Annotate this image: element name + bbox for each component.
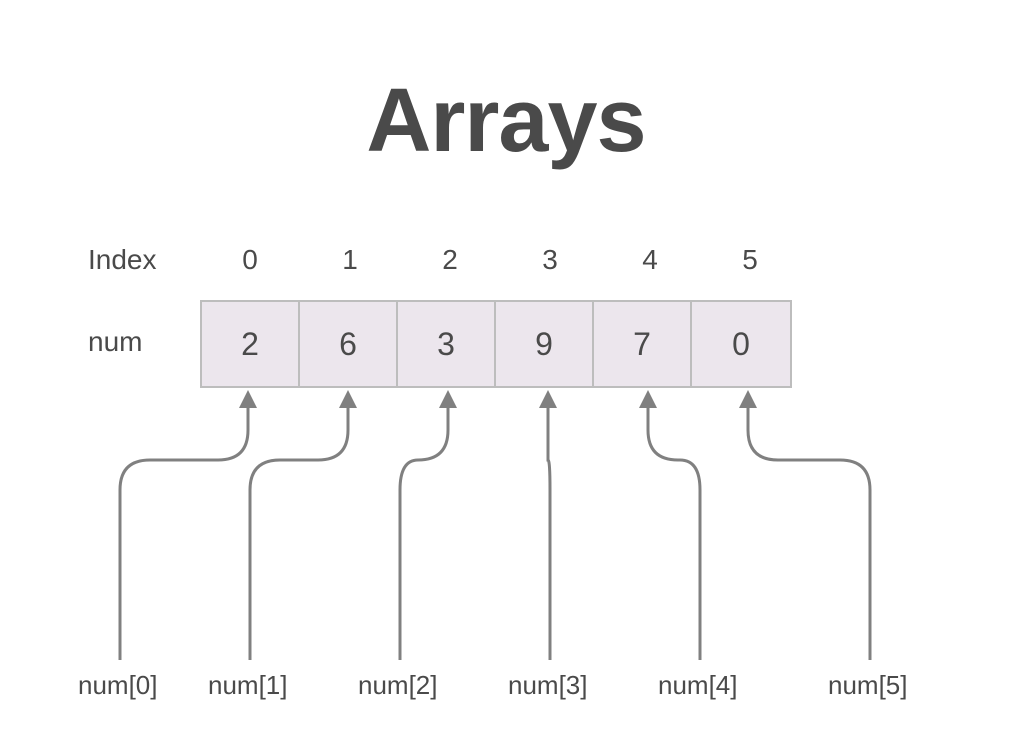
array-cell: 7 [594,302,692,386]
index-value: 0 [200,244,300,276]
reference-label: num[5] [828,670,908,701]
index-value: 5 [700,244,800,276]
array-cells: 2 6 3 9 7 0 [200,300,792,388]
index-value: 2 [400,244,500,276]
index-row: 0 1 2 3 4 5 [200,244,800,276]
array-cell: 9 [496,302,594,386]
index-label: Index [88,244,157,276]
diagram-canvas: Arrays Index num 0 1 2 3 4 5 2 6 3 9 7 0 [0,0,1012,740]
reference-label: num[4] [658,670,738,701]
array-name-label: num [88,326,142,358]
array-cell: 2 [202,302,300,386]
reference-label: num[1] [208,670,288,701]
index-value: 1 [300,244,400,276]
array-cell: 3 [398,302,496,386]
reference-label: num[2] [358,670,438,701]
index-value: 4 [600,244,700,276]
reference-label: num[0] [78,670,158,701]
diagram-title: Arrays [0,70,1012,173]
array-cell: 0 [692,302,790,386]
reference-label: num[3] [508,670,588,701]
array-cell: 6 [300,302,398,386]
index-value: 3 [500,244,600,276]
